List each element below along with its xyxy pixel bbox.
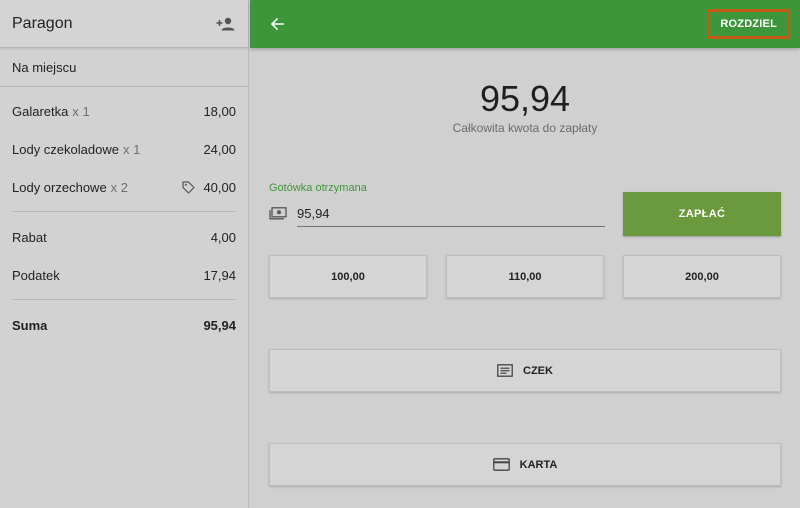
discount-row[interactable]: Rabat 4,00	[12, 218, 236, 256]
credit-card-icon	[492, 458, 510, 471]
item-qty: x 1	[122, 141, 141, 157]
arrow-back-icon[interactable]	[270, 16, 286, 32]
receipt-icon	[497, 364, 513, 377]
quick-amount-button[interactable]: 200,00	[623, 255, 781, 298]
payment-area: 95,94 Całkowita kwota do zapłaty Gotówka…	[250, 48, 800, 508]
dine-option-label: Na miejscu	[12, 59, 77, 75]
item-amount: 40,00	[203, 179, 236, 195]
card-button[interactable]: KARTA	[269, 443, 781, 486]
tax-row: Podatek 17,94	[12, 256, 236, 294]
card-label: KARTA	[519, 458, 558, 471]
sum-label: Suma	[12, 317, 48, 333]
item-name: Galaretka	[12, 103, 69, 119]
list-item[interactable]: Lody czekoladowe x 1 24,00	[12, 130, 236, 168]
check-label: CZEK	[523, 364, 553, 377]
cash-received-input[interactable]	[297, 201, 605, 227]
payment-toolbar: ROZDZIEL	[250, 0, 800, 48]
total-amount: 95,94	[479, 78, 571, 119]
receipt-panel: Paragon Na miejscu Galaretka x 1 18,00 Lo…	[0, 0, 249, 508]
check-button[interactable]: CZEK	[269, 349, 781, 392]
item-amount: 24,00	[203, 141, 236, 157]
item-amount: 18,00	[203, 103, 236, 119]
divider	[12, 299, 236, 300]
split-button[interactable]: ROZDZIEL	[707, 9, 790, 39]
tax-label: Podatek	[12, 267, 60, 283]
discount-value: 4,00	[210, 229, 236, 245]
receipt-title: Paragon	[12, 14, 73, 32]
item-qty: x 2	[110, 179, 129, 195]
sum-row: Suma 95,94	[12, 306, 236, 344]
tag-icon	[182, 180, 196, 194]
item-qty: x 1	[72, 103, 90, 119]
item-name: Lody orzechowe	[12, 179, 107, 195]
receipt-items: Galaretka x 1 18,00 Lody czekoladowe x 1 2…	[0, 87, 248, 344]
sum-value: 95,94	[203, 317, 236, 333]
receipt-header: Paragon	[0, 0, 248, 48]
cash-icon	[269, 207, 287, 220]
list-item[interactable]: Galaretka x 1 18,00	[12, 92, 236, 130]
discount-label: Rabat	[12, 229, 47, 245]
tax-value: 17,94	[203, 267, 236, 283]
quick-amount-button[interactable]: 110,00	[446, 255, 604, 298]
total-caption: Całkowita kwota do zapłaty	[452, 121, 598, 135]
dine-option[interactable]: Na miejscu	[0, 48, 248, 87]
item-name: Lody czekoladowe	[12, 141, 119, 157]
pay-button[interactable]: ZAPŁAĆ	[623, 192, 781, 236]
quick-amount-button[interactable]: 100,00	[269, 255, 427, 298]
cash-received-label: Gotówka otrzymana	[269, 182, 367, 194]
person-add-icon[interactable]	[214, 15, 236, 33]
divider	[12, 211, 236, 212]
list-item[interactable]: Lody orzechowe x 2 40,00	[12, 168, 236, 206]
